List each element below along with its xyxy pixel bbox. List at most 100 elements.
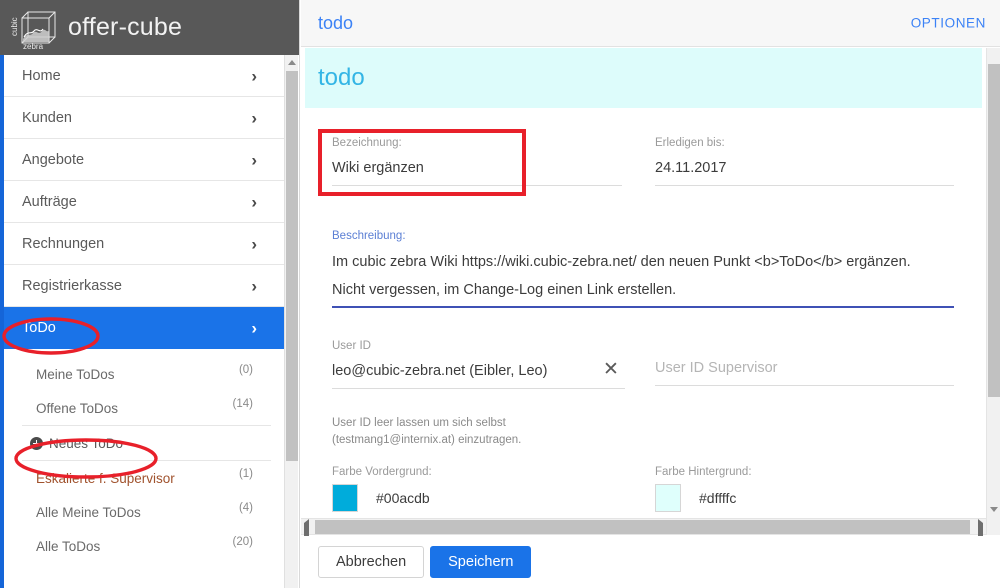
field-label: Farbe Vordergrund: [332, 466, 625, 478]
submenu-item-label: Alle ToDos [36, 539, 100, 554]
sidebar-item-rechnungen[interactable]: Rechnungen › [4, 223, 285, 265]
top-bar: todo OPTIONEN [301, 0, 1000, 47]
sidebar-item-angebote[interactable]: Angebote › [4, 139, 285, 181]
sidebar-item-label: Kunden [22, 110, 72, 126]
user-id-hint: User ID leer lassen um sich selbst (test… [332, 415, 632, 449]
chevron-right-icon: › [251, 109, 257, 126]
beschreibung-line-2[interactable]: Nicht vergessen, im Change-Log einen Lin… [332, 282, 954, 298]
chevron-right-icon: › [251, 193, 257, 210]
field-user-id[interactable]: User ID leo@cubic-zebra.net (Eibler, Leo… [332, 340, 625, 389]
field-underline [655, 385, 954, 386]
submenu-item-offene-todos[interactable]: Offene ToDos (14) [4, 391, 285, 425]
beschreibung-line-1[interactable]: Im cubic zebra Wiki https://wiki.cubic-z… [332, 254, 954, 270]
todo-form: Bezeichnung: Wiki ergänzen Erledigen bis… [305, 108, 982, 515]
sidebar-item-home[interactable]: Home › [4, 55, 285, 97]
submenu-item-count: (0) [239, 364, 253, 376]
submenu-item-meine-todos[interactable]: Meine ToDos (0) [4, 357, 285, 391]
form-footer: Abbrechen Speichern [301, 536, 1000, 588]
field-label: Farbe Hintergrund: [655, 466, 954, 478]
submenu-item-count: (1) [239, 468, 253, 480]
page-banner-title: todo [318, 64, 365, 92]
color-row[interactable]: #dffffc [655, 484, 954, 512]
chevron-right-icon: › [251, 319, 257, 336]
sidebar-scrollbar-thumb[interactable] [286, 71, 298, 461]
field-user-id-supervisor[interactable]: User ID Supervisor [655, 360, 954, 386]
user-id-supervisor-input[interactable]: User ID Supervisor [655, 360, 954, 376]
sidebar-item-label: Home [22, 68, 61, 84]
submenu-item-label: Alle Meine ToDos [36, 505, 141, 520]
field-label: Beschreibung: [332, 230, 954, 242]
field-underline-focused [332, 306, 954, 308]
sidebar-item-registrierkasse[interactable]: Registrierkasse › [4, 265, 285, 307]
erledigen-bis-input[interactable]: 24.11.2017 [655, 160, 954, 176]
sidebar-item-label: Rechnungen [22, 236, 104, 252]
submenu-item-count: (20) [233, 536, 253, 548]
triangle-up-icon[interactable] [285, 55, 299, 70]
vertical-scrollbar-thumb[interactable] [988, 64, 1000, 397]
field-beschreibung[interactable]: Beschreibung: Im cubic zebra Wiki https:… [332, 230, 954, 308]
close-x-icon[interactable]: ✕ [603, 358, 619, 381]
field-farbe-hintergrund[interactable]: Farbe Hintergrund: #dffffc [655, 466, 954, 519]
sidebar-item-label: Angebote [22, 152, 84, 168]
submenu-item-label: Neues ToDo [49, 436, 123, 451]
submenu-item-alle-meine-todos[interactable]: Alle Meine ToDos (4) [4, 495, 285, 529]
sidebar-item-label: ToDo [22, 320, 56, 336]
chevron-right-icon: › [251, 277, 257, 294]
submenu-item-count: (14) [233, 398, 253, 410]
field-underline [332, 388, 625, 389]
cubic-zebra-logo-icon: cubic zebra [8, 6, 60, 50]
user-id-input[interactable]: leo@cubic-zebra.net (Eibler, Leo) [332, 363, 625, 379]
color-row[interactable]: #00acdb [332, 484, 625, 512]
submenu-item-alle-todos[interactable]: Alle ToDos (20) [4, 529, 285, 563]
triangle-down-icon[interactable] [990, 512, 998, 530]
sidebar-item-label: Registrierkasse [22, 278, 122, 294]
field-erledigen-bis[interactable]: Erledigen bis: 24.11.2017 [655, 137, 954, 186]
color-hex-vordergrund[interactable]: #00acdb [376, 490, 430, 506]
field-label: Bezeichnung: [332, 137, 622, 149]
app-window: cubic zebra offer-cube Home › Kunden › A… [0, 0, 1000, 588]
sidebar-item-auftraege[interactable]: Aufträge › [4, 181, 285, 223]
field-bezeichnung[interactable]: Bezeichnung: Wiki ergänzen [332, 137, 622, 186]
color-swatch-vordergrund[interactable] [332, 484, 358, 512]
svg-text:zebra: zebra [23, 42, 44, 50]
sidebar: cubic zebra offer-cube Home › Kunden › A… [0, 0, 300, 588]
page-title: todo [318, 13, 353, 34]
user-id-hint-line-2: (testmang1@internix.at) einzutragen. [332, 432, 632, 449]
horizontal-scrollbar-thumb[interactable] [315, 520, 970, 534]
color-swatch-hintergrund[interactable] [655, 484, 681, 512]
page-banner: todo [305, 48, 982, 108]
submenu-item-label: Meine ToDos [36, 367, 115, 382]
field-farbe-vordergrund[interactable]: Farbe Vordergrund: #00acdb [332, 466, 625, 519]
options-button[interactable]: OPTIONEN [911, 16, 986, 31]
chevron-right-icon: › [251, 235, 257, 252]
sidebar-item-label: Aufträge [22, 194, 77, 210]
sidebar-scrollbar[interactable] [284, 55, 298, 588]
save-button[interactable]: Speichern [430, 546, 531, 578]
color-hex-hintergrund[interactable]: #dffffc [699, 490, 736, 506]
submenu-item-count: (4) [239, 502, 253, 514]
user-id-hint-line-1: User ID leer lassen um sich selbst [332, 415, 632, 432]
sidebar-nav: Home › Kunden › Angebote › Aufträge › Re… [4, 55, 285, 563]
brand-header: cubic zebra offer-cube [0, 0, 300, 55]
cancel-button[interactable]: Abbrechen [318, 546, 424, 578]
svg-text:cubic: cubic [10, 17, 19, 36]
sidebar-item-todo[interactable]: ToDo › [4, 307, 285, 349]
field-label: Erledigen bis: [655, 137, 954, 149]
submenu-item-label: Eskalierte f. Supervisor [36, 471, 175, 486]
chevron-right-icon: › [251, 67, 257, 84]
submenu-item-neues-todo[interactable]: Neues ToDo [4, 426, 285, 460]
field-label: User ID [332, 340, 625, 352]
main-vertical-scrollbar[interactable] [986, 48, 1000, 535]
submenu-item-eskalierte-supervisor[interactable]: Eskalierte f. Supervisor (1) [4, 461, 285, 495]
plus-circle-icon [30, 437, 43, 450]
brand-title: offer-cube [68, 13, 182, 42]
main-horizontal-scrollbar[interactable] [301, 518, 986, 535]
chevron-right-icon: › [251, 151, 257, 168]
sidebar-submenu: Meine ToDos (0) Offene ToDos (14) Neues … [4, 349, 285, 563]
sidebar-item-kunden[interactable]: Kunden › [4, 97, 285, 139]
bezeichnung-input[interactable]: Wiki ergänzen [332, 160, 622, 176]
field-underline [655, 185, 954, 186]
field-underline [332, 185, 622, 186]
submenu-item-label-wrap: Neues ToDo [30, 436, 123, 451]
submenu-item-label: Offene ToDos [36, 401, 118, 416]
